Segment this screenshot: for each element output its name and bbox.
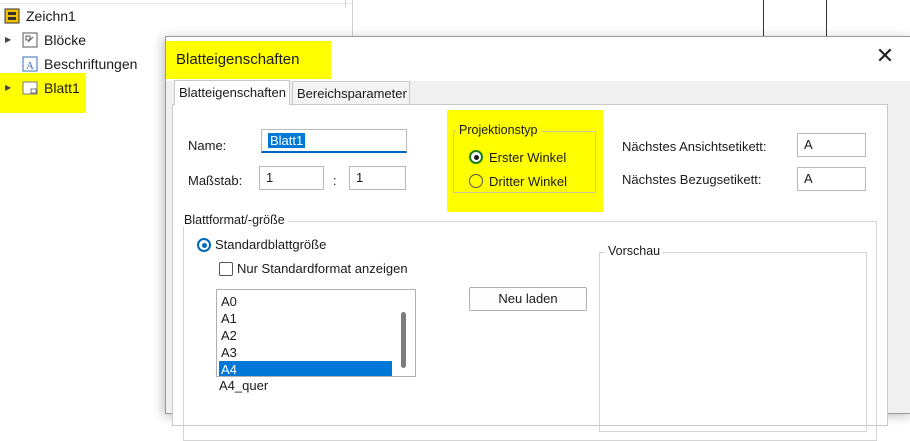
preview-group-title: Vorschau bbox=[605, 244, 664, 258]
canvas-line bbox=[763, 0, 764, 36]
standard-size-radio[interactable] bbox=[197, 238, 211, 252]
canvas-border bbox=[352, 0, 353, 36]
tab-panel: Name: Blatt1 Maßstab: 1 : 1 Projektionst… bbox=[172, 104, 888, 441]
dialog-title: Blatteigenschaften bbox=[166, 41, 331, 79]
blocks-icon bbox=[22, 32, 38, 48]
list-item[interactable]: A0 bbox=[219, 293, 392, 310]
projection-group-title: Projektionstyp bbox=[456, 123, 541, 137]
tree-column-divider bbox=[345, 0, 346, 8]
scale-separator: : bbox=[333, 173, 337, 188]
third-angle-radio[interactable] bbox=[469, 174, 483, 188]
next-view-input[interactable]: A bbox=[797, 133, 866, 157]
annotations-icon: A bbox=[22, 56, 38, 72]
list-item[interactable]: A1 bbox=[219, 310, 392, 327]
scale-denominator-input[interactable]: 1 bbox=[349, 166, 406, 190]
list-item[interactable]: A4_quer bbox=[219, 378, 268, 393]
first-angle-label: Erster Winkel bbox=[489, 150, 567, 165]
list-item[interactable]: A2 bbox=[219, 327, 392, 344]
first-angle-radio[interactable] bbox=[469, 150, 483, 164]
close-button[interactable]: ✕ bbox=[873, 45, 897, 69]
sheet-size-list[interactable]: A0 A1 A2 A3 A4 bbox=[216, 289, 416, 377]
scale-label: Maßstab: bbox=[188, 173, 243, 188]
sheet-format-group-title: Blattformat/-größe bbox=[181, 213, 288, 227]
tree-item-label: Blöcke bbox=[44, 32, 87, 48]
only-standard-label: Nur Standardformat anzeigen bbox=[237, 261, 408, 276]
tree-item-drawing[interactable]: Zeichn1 bbox=[4, 5, 76, 27]
sheet-icon bbox=[22, 80, 38, 96]
tab-strip: Blatteigenschaften Bereichsparameter bbox=[166, 80, 910, 105]
tree-top-border bbox=[0, 3, 352, 4]
expand-arrow-icon[interactable]: ▶ bbox=[5, 35, 11, 44]
list-item-selected[interactable]: A4 bbox=[219, 361, 392, 376]
next-view-label: Nächstes Ansichtsetikett: bbox=[622, 139, 767, 154]
list-scrollbar-thumb[interactable] bbox=[401, 312, 406, 368]
only-standard-checkbox[interactable] bbox=[219, 262, 233, 276]
reload-button[interactable]: Neu laden bbox=[469, 287, 587, 311]
name-label: Name: bbox=[188, 138, 227, 153]
tree-item-label: Zeichn1 bbox=[26, 8, 76, 24]
tree-item-annotations[interactable]: A Beschriftungen bbox=[22, 53, 137, 75]
tab-sheet-properties[interactable]: Blatteigenschaften bbox=[174, 80, 290, 105]
tree-item-label: Beschriftungen bbox=[44, 56, 138, 72]
next-datum-label: Nächstes Bezugsetikett: bbox=[622, 172, 762, 187]
expand-arrow-icon[interactable]: ▶ bbox=[5, 83, 11, 92]
tree-item-blocks[interactable]: Blöcke bbox=[22, 29, 86, 51]
tree-item-sheet[interactable]: Blatt1 bbox=[22, 77, 80, 99]
drawing-icon bbox=[4, 8, 20, 24]
next-datum-input[interactable]: A bbox=[797, 167, 866, 191]
scale-numerator-input[interactable]: 1 bbox=[259, 166, 324, 190]
preview-group bbox=[599, 252, 867, 432]
third-angle-label: Dritter Winkel bbox=[489, 174, 568, 189]
tab-zone-parameters[interactable]: Bereichsparameter bbox=[292, 81, 410, 104]
canvas-line bbox=[826, 0, 827, 36]
svg-text:A: A bbox=[26, 60, 34, 72]
name-value: Blatt1 bbox=[268, 133, 306, 148]
standard-size-label: Standardblattgröße bbox=[215, 237, 327, 252]
sheet-properties-dialog: Blatteigenschaften ✕ Blatteigenschaften … bbox=[165, 36, 910, 441]
name-input[interactable]: Blatt1 bbox=[261, 129, 407, 153]
list-item[interactable]: A3 bbox=[219, 344, 392, 361]
tree-item-label: Blatt1 bbox=[44, 80, 80, 96]
